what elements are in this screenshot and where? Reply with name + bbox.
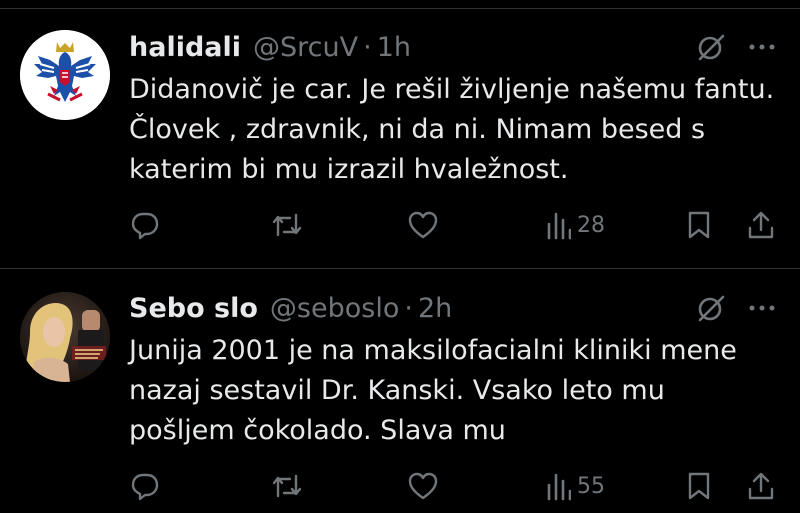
movie-poster-avatar-image xyxy=(20,292,110,382)
like-icon xyxy=(408,472,438,500)
tweet-header: halidali @SrcuV · 1h xyxy=(129,29,780,65)
tweet[interactable]: Sebo slo @seboslo · 2h Junija 2001 je na… xyxy=(0,269,800,513)
retweet-button[interactable] xyxy=(270,464,304,508)
bookmark-button[interactable] xyxy=(685,464,713,508)
bookmark-icon xyxy=(688,472,710,500)
more-icon[interactable] xyxy=(746,34,778,60)
display-name[interactable]: Sebo slo xyxy=(129,293,258,324)
timestamp[interactable]: 1h xyxy=(377,32,411,63)
grok-icon[interactable] xyxy=(696,293,726,323)
like-icon xyxy=(408,211,438,239)
bookmark-icon xyxy=(688,211,710,239)
views-button[interactable]: 28 xyxy=(545,203,605,247)
separator-dot: · xyxy=(404,292,413,324)
retweet-icon xyxy=(272,213,302,237)
timestamp[interactable]: 2h xyxy=(418,293,452,324)
views-icon xyxy=(547,473,571,501)
tweet-text: Junija 2001 je na maksilofacialni klinik… xyxy=(129,335,737,446)
retweet-button[interactable] xyxy=(270,203,304,247)
reply-button[interactable] xyxy=(130,464,160,508)
views-button[interactable]: 55 xyxy=(545,464,605,508)
share-icon xyxy=(748,211,774,239)
bookmark-button[interactable] xyxy=(685,203,713,247)
avatar[interactable] xyxy=(20,30,110,120)
tweet-actions: 28 xyxy=(0,203,800,247)
views-count: 28 xyxy=(577,212,605,238)
user-handle[interactable]: @SrcuV xyxy=(253,32,358,63)
tweet[interactable]: halidali @SrcuV · 1h Didanovič je car. J… xyxy=(0,8,800,268)
display-name[interactable]: halidali xyxy=(129,32,241,63)
separator-dot: · xyxy=(363,31,372,63)
tweet-actions: 55 xyxy=(0,464,800,508)
tweet-text: Didanovič je car. Je rešil življenje naš… xyxy=(129,74,775,185)
retweet-icon xyxy=(272,474,302,498)
coat-of-arms-avatar-image xyxy=(20,30,110,120)
views-icon xyxy=(547,212,571,240)
share-icon xyxy=(748,472,774,500)
user-handle[interactable]: @seboslo xyxy=(270,293,399,324)
more-icon[interactable] xyxy=(746,295,778,321)
like-button[interactable] xyxy=(407,203,439,247)
share-button[interactable] xyxy=(746,464,776,508)
reply-icon xyxy=(131,212,159,240)
grok-icon[interactable] xyxy=(696,32,726,62)
like-button[interactable] xyxy=(407,464,439,508)
tweet-header: Sebo slo @seboslo · 2h xyxy=(129,290,780,326)
reply-button[interactable] xyxy=(130,203,160,247)
avatar[interactable] xyxy=(20,292,110,382)
share-button[interactable] xyxy=(746,203,776,247)
reply-icon xyxy=(131,473,159,501)
views-count: 55 xyxy=(577,473,605,499)
